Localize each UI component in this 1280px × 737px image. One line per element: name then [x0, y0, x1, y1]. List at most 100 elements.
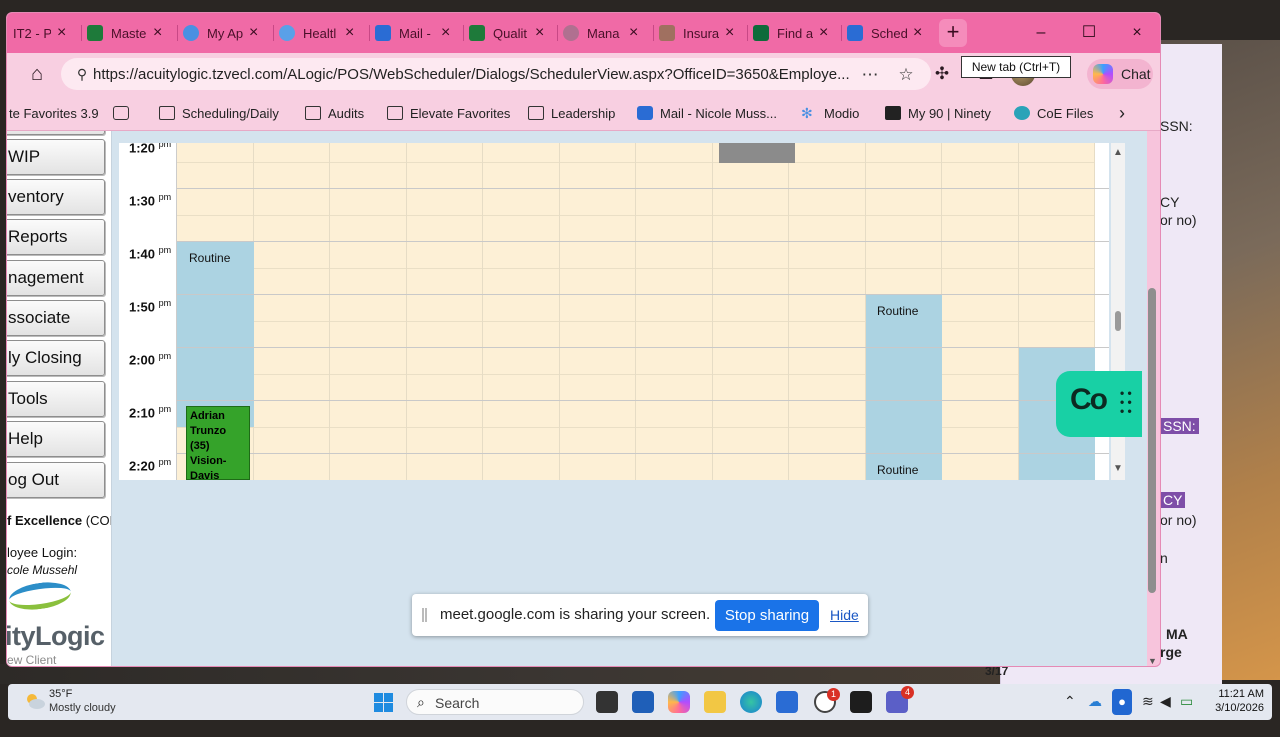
windows-start-icon[interactable] [374, 693, 393, 712]
time-slot[interactable] [483, 143, 560, 188]
time-slot[interactable] [406, 453, 483, 480]
close-icon[interactable]: × [441, 24, 450, 42]
tab-health[interactable]: Healtl × [279, 19, 354, 47]
grammarly-icon[interactable]: 1 [814, 688, 840, 713]
time-slot[interactable] [865, 143, 942, 188]
time-slot[interactable] [942, 241, 1019, 294]
time-slot[interactable] [559, 347, 636, 400]
time-slot[interactable] [253, 453, 330, 480]
time-slot[interactable] [712, 400, 789, 453]
time-slot[interactable] [942, 400, 1019, 453]
extensions-icon[interactable]: ✣ [931, 63, 953, 85]
task-view-icon[interactable] [596, 691, 618, 713]
routine-label-2[interactable]: Routine [877, 304, 918, 318]
time-slot[interactable] [559, 241, 636, 294]
time-slot[interactable] [636, 143, 713, 188]
time-slot[interactable] [406, 294, 483, 347]
battery-icon[interactable]: ▭ [1180, 693, 1193, 710]
time-slot[interactable] [330, 294, 407, 347]
nav-button-top[interactable] [7, 131, 105, 135]
time-slot[interactable] [559, 453, 636, 480]
onedrive-icon[interactable]: ☁ [1088, 693, 1102, 710]
time-slot[interactable] [1018, 188, 1095, 241]
time-slot[interactable] [1018, 143, 1095, 188]
time-slot[interactable] [559, 188, 636, 241]
bookmark-card[interactable] [113, 103, 136, 123]
page-scrollbar[interactable]: ▼ [1145, 148, 1159, 666]
sticky-notes-icon[interactable] [850, 691, 872, 713]
tab-quality[interactable]: Qualit × [469, 19, 544, 47]
drag-handle-icon[interactable]: • • • • • • [1120, 387, 1132, 417]
bookmark-coe-files[interactable]: CoE Files [1014, 103, 1093, 123]
time-slot[interactable] [789, 453, 866, 480]
edge-icon[interactable] [740, 691, 762, 713]
nav-button-reports[interactable]: Reports [7, 219, 105, 255]
time-slot[interactable] [865, 188, 942, 241]
routine-label-1[interactable]: Routine [189, 251, 230, 265]
close-icon[interactable]: × [535, 24, 544, 42]
nav-button-tools[interactable]: Tools [7, 381, 105, 417]
bookmark-modio[interactable]: ✻ Modio [801, 103, 859, 123]
nav-button-inventory[interactable]: ventory [7, 179, 105, 215]
time-slot[interactable] [483, 347, 560, 400]
time-slot[interactable] [483, 400, 560, 453]
time-slot[interactable] [253, 241, 330, 294]
nav-button-help[interactable]: Help [7, 421, 105, 457]
time-slot[interactable] [712, 347, 789, 400]
blocked-slot[interactable] [719, 143, 795, 163]
time-slot[interactable] [712, 188, 789, 241]
time-slot[interactable] [789, 400, 866, 453]
weather-desc[interactable]: Mostly cloudy [49, 702, 116, 714]
time-slot[interactable] [559, 400, 636, 453]
time-slot[interactable] [636, 347, 713, 400]
reader-icon[interactable]: ⋯ [859, 64, 881, 86]
volume-icon[interactable]: ◀ [1160, 693, 1171, 710]
time-slot[interactable] [483, 294, 560, 347]
time-slot[interactable] [942, 143, 1019, 188]
tab-scheduler[interactable]: Sched × [847, 19, 922, 47]
close-icon[interactable]: × [249, 24, 258, 42]
wifi-icon[interactable]: ≋ [1142, 693, 1154, 710]
home-icon[interactable]: ⌂ [25, 62, 49, 86]
new-tab-button[interactable]: + [939, 19, 967, 47]
copilot-app-icon[interactable] [668, 691, 690, 713]
clock-time[interactable]: 11:21 AM [1208, 688, 1264, 700]
store-icon[interactable] [632, 691, 654, 713]
copilot-chat-button[interactable]: Chat [1087, 59, 1153, 89]
taskbar-search[interactable]: ⌕ Search [406, 689, 584, 715]
time-slot[interactable] [942, 294, 1019, 347]
time-slot[interactable] [559, 143, 636, 188]
tab-mail[interactable]: Mail - × [375, 19, 450, 47]
time-slot[interactable] [789, 294, 866, 347]
chevron-right-icon[interactable]: › [1119, 103, 1125, 124]
bookmark-elevate-favorites[interactable]: Elevate Favorites [387, 103, 510, 123]
time-slot[interactable] [330, 400, 407, 453]
time-slot[interactable] [177, 188, 254, 241]
time-slot[interactable] [483, 241, 560, 294]
co-widget[interactable]: Co • • • • • • [1056, 371, 1142, 437]
nav-button-wip[interactable]: WIP [7, 139, 105, 175]
time-slot[interactable] [330, 347, 407, 400]
time-slot[interactable] [483, 453, 560, 480]
favorite-star-icon[interactable]: ☆ [895, 64, 917, 86]
close-icon[interactable]: × [725, 24, 734, 42]
bookmark-ninety[interactable]: My 90 | Ninety [885, 103, 991, 123]
url-text[interactable]: https://acuitylogic.tzvecl.com/ALogic/PO… [93, 66, 853, 83]
weather-temp[interactable]: 35°F [49, 688, 72, 700]
time-slot[interactable] [942, 188, 1019, 241]
minimize-button[interactable]: – [1021, 21, 1061, 45]
time-slot[interactable] [253, 400, 330, 453]
nav-button-management[interactable]: nagement [7, 260, 105, 296]
time-slot[interactable] [1018, 294, 1095, 347]
tab-insurance[interactable]: Insura × [659, 19, 734, 47]
time-slot[interactable] [330, 453, 407, 480]
site-info-icon[interactable]: ⚲ [73, 65, 91, 83]
time-slot[interactable] [636, 241, 713, 294]
bookmark-mail[interactable]: Mail - Nicole Muss... [637, 103, 777, 123]
time-slot[interactable] [406, 143, 483, 188]
scroll-thumb[interactable] [1115, 311, 1121, 331]
tab-my-app[interactable]: My Ap × [183, 19, 258, 47]
close-icon[interactable]: × [57, 24, 66, 42]
close-window-button[interactable]: × [1117, 21, 1157, 45]
file-explorer-icon[interactable] [704, 691, 726, 713]
